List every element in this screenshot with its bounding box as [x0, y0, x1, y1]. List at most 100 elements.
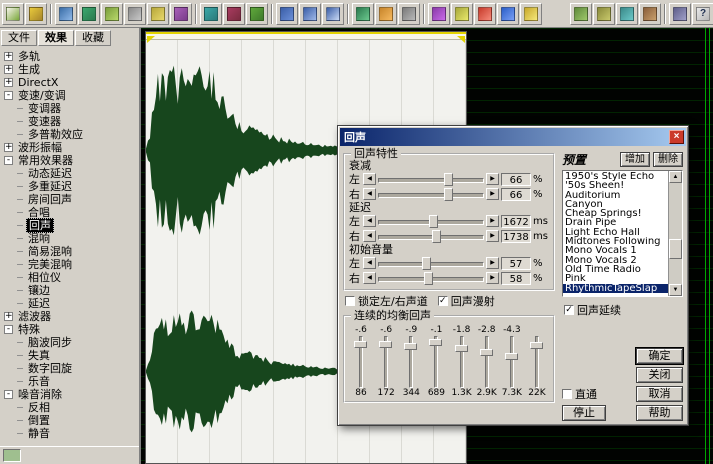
eq-slider[interactable] — [529, 336, 545, 388]
tree-item[interactable]: + DirectX — [0, 76, 139, 89]
tree-item[interactable]: 完美混响 — [0, 258, 139, 271]
tree-expander-icon[interactable]: + — [4, 65, 13, 74]
initial-right-value[interactable]: 58 — [501, 271, 531, 285]
zoom-selection-icon[interactable] — [322, 2, 344, 25]
tree-expander-icon[interactable]: + — [4, 78, 13, 87]
tree-item[interactable]: 倒置 — [0, 414, 139, 427]
lock-channels-checkbox[interactable]: 锁定左/右声道 — [345, 293, 428, 309]
open-file-icon[interactable] — [25, 2, 47, 25]
tree-item[interactable]: + 多轨 — [0, 50, 139, 63]
delay-right-slider[interactable] — [378, 229, 484, 243]
eq-slider-thumb[interactable] — [479, 349, 493, 356]
cut-icon[interactable] — [124, 2, 146, 25]
ok-button[interactable]: 确定 — [635, 347, 684, 365]
decay-right-value[interactable]: 66 — [501, 187, 531, 201]
slider-thumb[interactable] — [423, 271, 433, 285]
record-icon[interactable] — [474, 2, 496, 25]
slider-right-arrow-icon[interactable]: ▶ — [486, 272, 499, 284]
tree-item[interactable]: 失真 — [0, 349, 139, 362]
checkbox-box[interactable]: ✓ — [437, 296, 448, 306]
preset-item[interactable]: Mono Vocals 2 — [563, 256, 668, 265]
tree-item[interactable]: 相位仪 — [0, 271, 139, 284]
eq-slider[interactable] — [403, 336, 419, 388]
help-button[interactable]: 帮助 — [636, 405, 683, 421]
undo-icon[interactable] — [78, 2, 100, 25]
eq-slider-thumb[interactable] — [379, 341, 393, 349]
spectral-view-icon[interactable] — [375, 2, 397, 25]
trim-icon[interactable] — [246, 2, 268, 25]
tree-expander-icon[interactable]: - — [4, 91, 13, 100]
initial-left-slider[interactable] — [378, 256, 484, 270]
tab-收藏[interactable]: 收藏 — [75, 30, 111, 46]
tree-item[interactable]: 多普勒效应 — [0, 128, 139, 141]
bypass-checkbox[interactable]: 直通 — [562, 386, 632, 402]
preset-item[interactable]: Mono Vocals 1 — [563, 246, 668, 255]
tree-item[interactable]: 房间回声 — [0, 193, 139, 206]
tree-expander-icon[interactable]: - — [4, 390, 13, 399]
echo-diffuse-checkbox[interactable]: ✓ 回声漫射 — [437, 293, 495, 309]
eq-slider[interactable] — [454, 336, 470, 388]
slider-thumb[interactable] — [443, 187, 453, 201]
slider-left-arrow-icon[interactable]: ◀ — [363, 188, 376, 200]
preset-item[interactable]: Cheap Springs! — [563, 209, 668, 218]
tree-expander-icon[interactable]: + — [4, 312, 13, 321]
scripts-icon[interactable] — [570, 2, 592, 25]
checkbox-box[interactable] — [345, 296, 355, 306]
slider-left-arrow-icon[interactable]: ◀ — [363, 215, 376, 227]
stop-button[interactable]: 停止 — [562, 405, 606, 421]
eq-slider[interactable] — [479, 336, 495, 388]
preset-item[interactable]: Auditorium — [563, 191, 668, 200]
close-icon[interactable]: × — [669, 130, 684, 144]
preset-scrollbar[interactable]: ▲ ▼ — [668, 171, 682, 296]
tree-item[interactable]: - 常用效果器 — [0, 154, 139, 167]
settings-icon[interactable] — [639, 2, 661, 25]
zoom-out-icon[interactable] — [299, 2, 321, 25]
initial-left-value[interactable]: 57 — [501, 256, 531, 270]
tree-item[interactable]: + 生成 — [0, 63, 139, 76]
tree-expander-icon[interactable]: + — [4, 143, 13, 152]
decay-left-value[interactable]: 66 — [501, 172, 531, 186]
help-icon[interactable]: ? — [692, 2, 713, 25]
tree-item[interactable]: 动态延迟 — [0, 167, 139, 180]
preset-item[interactable]: Old Time Radio — [563, 265, 668, 274]
eq-slider-thumb[interactable] — [529, 342, 543, 350]
close-button[interactable]: 关闭 — [636, 367, 683, 383]
tree-item[interactable]: 反相 — [0, 401, 139, 414]
eq-slider[interactable] — [504, 336, 520, 388]
slider-right-arrow-icon[interactable]: ▶ — [486, 215, 499, 227]
delay-right-value[interactable]: 1738 — [501, 229, 531, 243]
slider-right-arrow-icon[interactable]: ▶ — [486, 257, 499, 269]
redo-icon[interactable] — [101, 2, 123, 25]
initial-right-slider[interactable] — [378, 271, 484, 285]
slider-thumb[interactable] — [432, 229, 442, 243]
slider-thumb[interactable] — [443, 172, 453, 186]
cancel-button[interactable]: 取消 — [636, 386, 683, 402]
tab-文件[interactable]: 文件 — [1, 30, 37, 46]
preset-item[interactable]: '50s Sheen! — [563, 181, 668, 190]
multitrack-icon[interactable] — [520, 2, 542, 25]
tree-item[interactable]: 静音 — [0, 427, 139, 440]
tree-item[interactable]: 乐音 — [0, 375, 139, 388]
tree-item[interactable]: 合唱 — [0, 206, 139, 219]
options-icon[interactable] — [616, 2, 638, 25]
eq-slider-thumb[interactable] — [504, 353, 518, 361]
device-icon[interactable] — [669, 2, 691, 25]
tree-item[interactable]: 脑波同步 — [0, 336, 139, 349]
slider-right-arrow-icon[interactable]: ▶ — [486, 173, 499, 185]
loop-icon[interactable] — [497, 2, 519, 25]
decay-right-slider[interactable] — [378, 187, 484, 201]
copy-icon[interactable] — [147, 2, 169, 25]
tree-item[interactable]: - 变速/变调 — [0, 89, 139, 102]
tree-item[interactable]: 混响 — [0, 232, 139, 245]
preset-item[interactable]: 1950's Style Echo — [563, 172, 668, 181]
scroll-track[interactable] — [669, 183, 682, 284]
cue-list-icon[interactable] — [398, 2, 420, 25]
zoom-in-icon[interactable] — [276, 2, 298, 25]
scroll-up-icon[interactable]: ▲ — [669, 171, 682, 183]
slider-right-arrow-icon[interactable]: ▶ — [486, 188, 499, 200]
slider-left-arrow-icon[interactable]: ◀ — [363, 272, 376, 284]
eq-slider[interactable] — [378, 336, 394, 388]
paste-icon[interactable] — [170, 2, 192, 25]
effects-rack-icon[interactable] — [428, 2, 450, 25]
preset-item[interactable]: Canyon — [563, 200, 668, 209]
